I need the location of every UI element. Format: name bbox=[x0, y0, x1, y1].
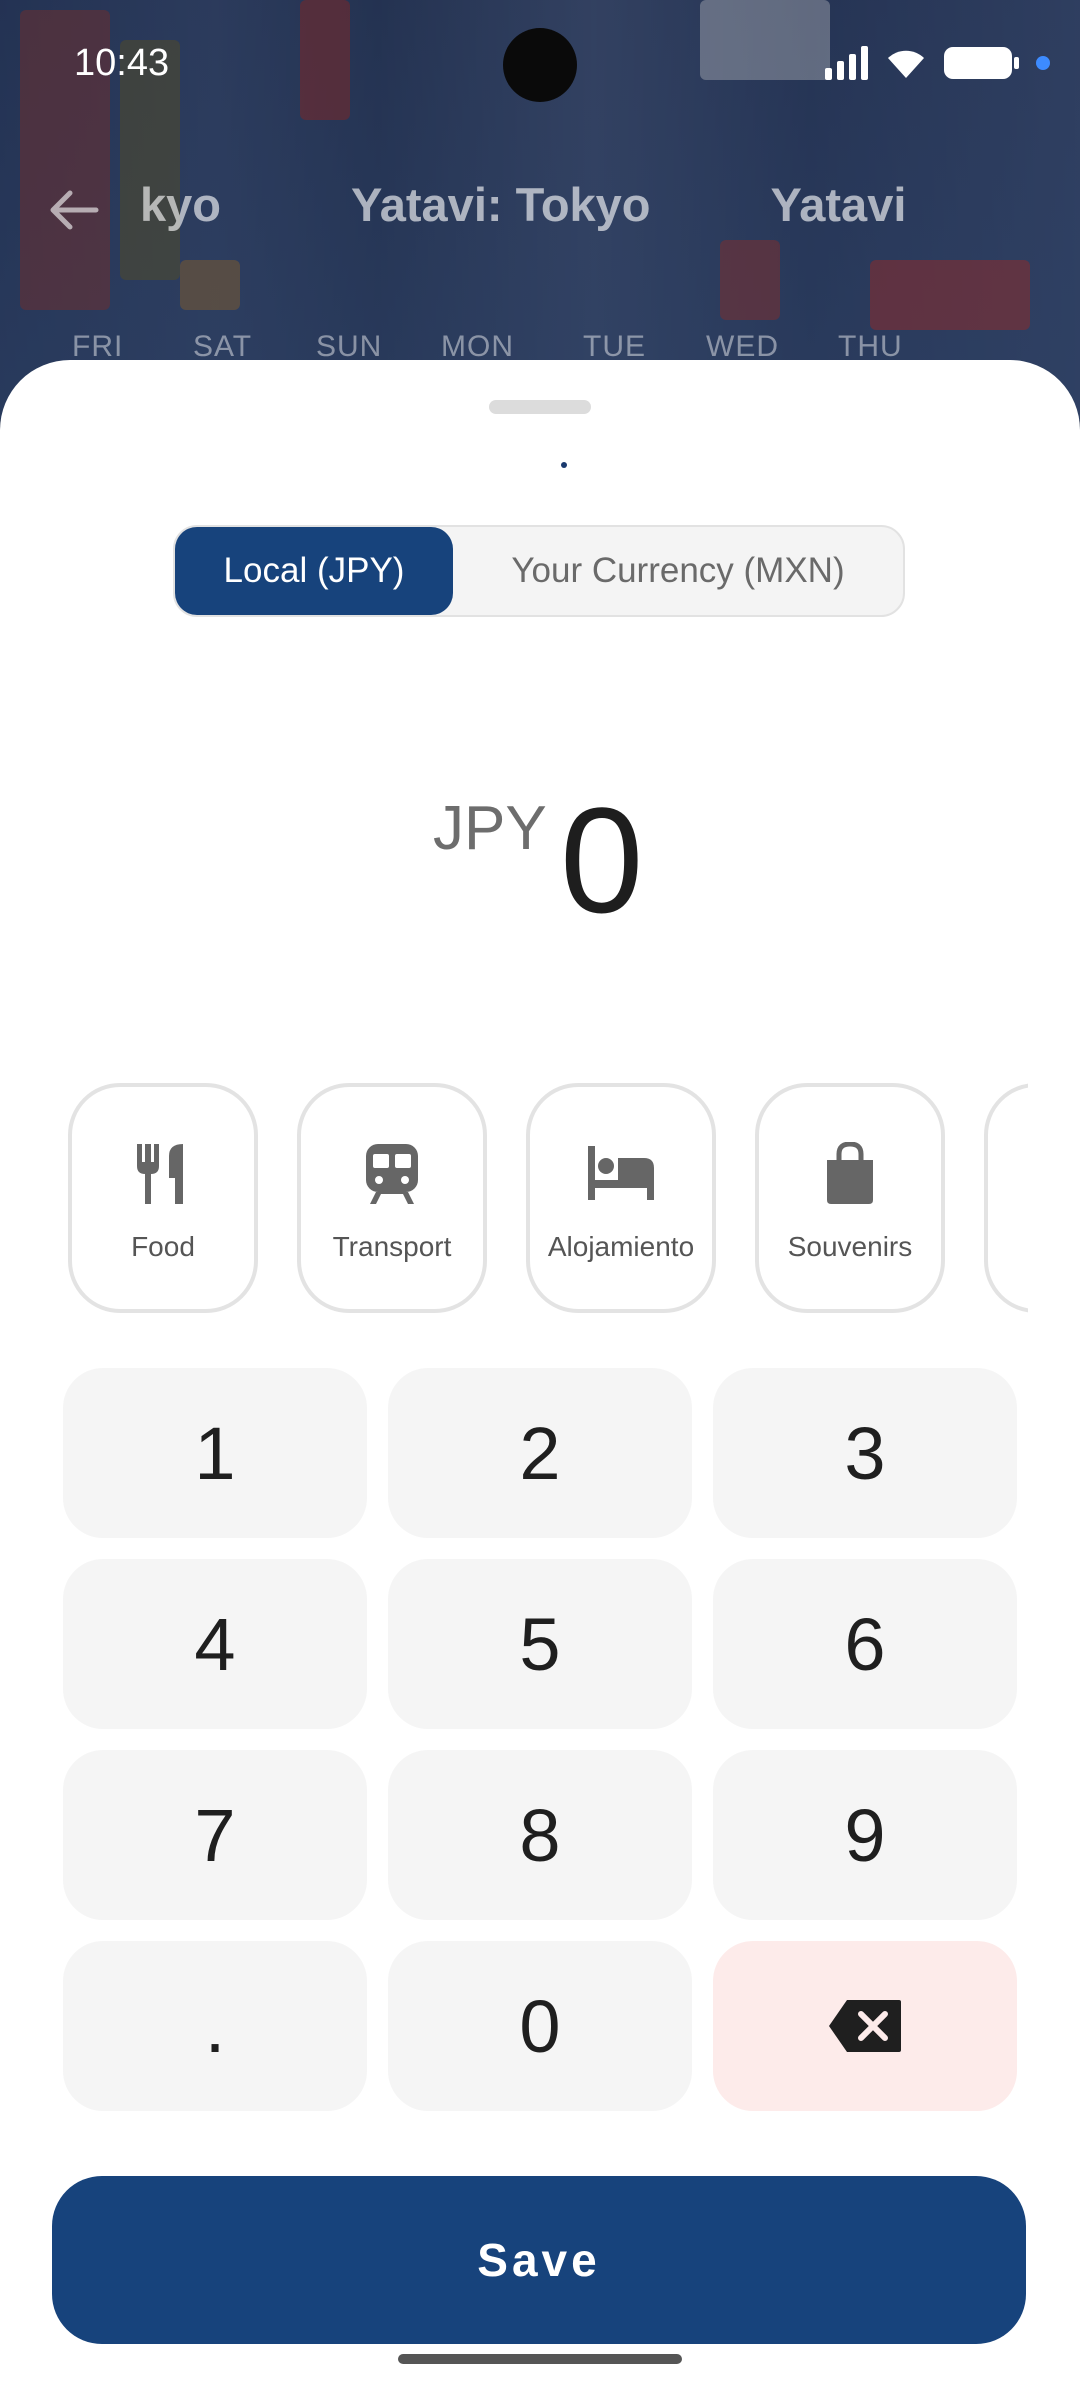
wifi-icon bbox=[888, 50, 924, 78]
sheet-drag-handle[interactable] bbox=[489, 400, 591, 414]
key-5[interactable]: 5 bbox=[388, 1559, 692, 1729]
category-transport[interactable]: Transport bbox=[297, 1083, 487, 1313]
notification-dot-icon bbox=[1036, 56, 1050, 70]
key-4[interactable]: 4 bbox=[63, 1559, 367, 1729]
day-label[interactable]: FRI bbox=[72, 330, 123, 364]
amount-display: JPY 0 bbox=[0, 765, 1080, 945]
amount-currency: JPY bbox=[433, 794, 547, 863]
category-list[interactable]: Food Transport Alojamiento Souvenirs bbox=[0, 1080, 1028, 1320]
local-currency-tab[interactable]: Local (JPY) bbox=[175, 527, 453, 615]
shopping-bag-icon bbox=[827, 1142, 873, 1204]
category-more[interactable] bbox=[984, 1083, 1028, 1313]
train-icon bbox=[366, 1144, 418, 1204]
key-2[interactable]: 2 bbox=[388, 1368, 692, 1538]
trip-title-prev[interactable]: kyo bbox=[140, 177, 221, 232]
top-bar: kyo Yatavi: Tokyo Yatavi bbox=[0, 165, 1080, 255]
add-expense-sheet: Local (JPY) Your Currency (MXN) JPY 0 Fo… bbox=[0, 360, 1080, 2400]
category-souvenirs[interactable]: Souvenirs bbox=[755, 1083, 945, 1313]
category-label: Souvenirs bbox=[787, 1231, 913, 1262]
day-label[interactable]: THU bbox=[838, 330, 903, 364]
status-icons bbox=[825, 46, 1050, 80]
back-arrow-icon[interactable] bbox=[46, 185, 102, 235]
page-indicator-dot bbox=[561, 462, 567, 468]
trip-title-carousel[interactable]: kyo Yatavi: Tokyo Yatavi bbox=[140, 177, 1040, 247]
save-button[interactable]: Save bbox=[52, 2176, 1026, 2344]
day-label[interactable]: SAT bbox=[193, 330, 252, 364]
camera-cutout bbox=[503, 28, 577, 102]
category-alojamiento[interactable]: Alojamiento bbox=[526, 1083, 716, 1313]
trip-title-next[interactable]: Yatavi bbox=[771, 177, 907, 232]
category-label: Alojamiento bbox=[547, 1231, 695, 1262]
your-currency-tab[interactable]: Your Currency (MXN) bbox=[453, 527, 903, 615]
fork-knife-icon bbox=[137, 1144, 183, 1204]
trip-title-current[interactable]: Yatavi: Tokyo bbox=[351, 177, 651, 232]
key-delete[interactable] bbox=[713, 1941, 1017, 2111]
status-time: 10:43 bbox=[74, 42, 170, 84]
day-label[interactable]: SUN bbox=[316, 330, 382, 364]
amount-value: 0 bbox=[560, 776, 644, 944]
key-1[interactable]: 1 bbox=[63, 1368, 367, 1538]
currency-toggle: Local (JPY) Your Currency (MXN) bbox=[173, 525, 905, 617]
day-label[interactable]: MON bbox=[441, 330, 514, 364]
battery-icon bbox=[944, 47, 1019, 79]
category-food[interactable]: Food bbox=[68, 1083, 258, 1313]
key-decimal[interactable]: . bbox=[63, 1941, 367, 2111]
day-label[interactable]: WED bbox=[706, 330, 779, 364]
key-8[interactable]: 8 bbox=[388, 1750, 692, 1920]
key-9[interactable]: 9 bbox=[713, 1750, 1017, 1920]
status-bar: 10:43 bbox=[0, 0, 1080, 130]
category-label: Transport bbox=[332, 1231, 452, 1262]
home-indicator[interactable] bbox=[398, 2354, 682, 2364]
day-label[interactable]: TUE bbox=[583, 330, 646, 364]
bed-icon bbox=[588, 1146, 654, 1200]
key-0[interactable]: 0 bbox=[388, 1941, 692, 2111]
key-6[interactable]: 6 bbox=[713, 1559, 1017, 1729]
key-7[interactable]: 7 bbox=[63, 1750, 367, 1920]
backspace-icon bbox=[829, 2000, 901, 2052]
category-label: Food bbox=[131, 1231, 195, 1262]
signal-icon bbox=[825, 46, 868, 80]
key-3[interactable]: 3 bbox=[713, 1368, 1017, 1538]
